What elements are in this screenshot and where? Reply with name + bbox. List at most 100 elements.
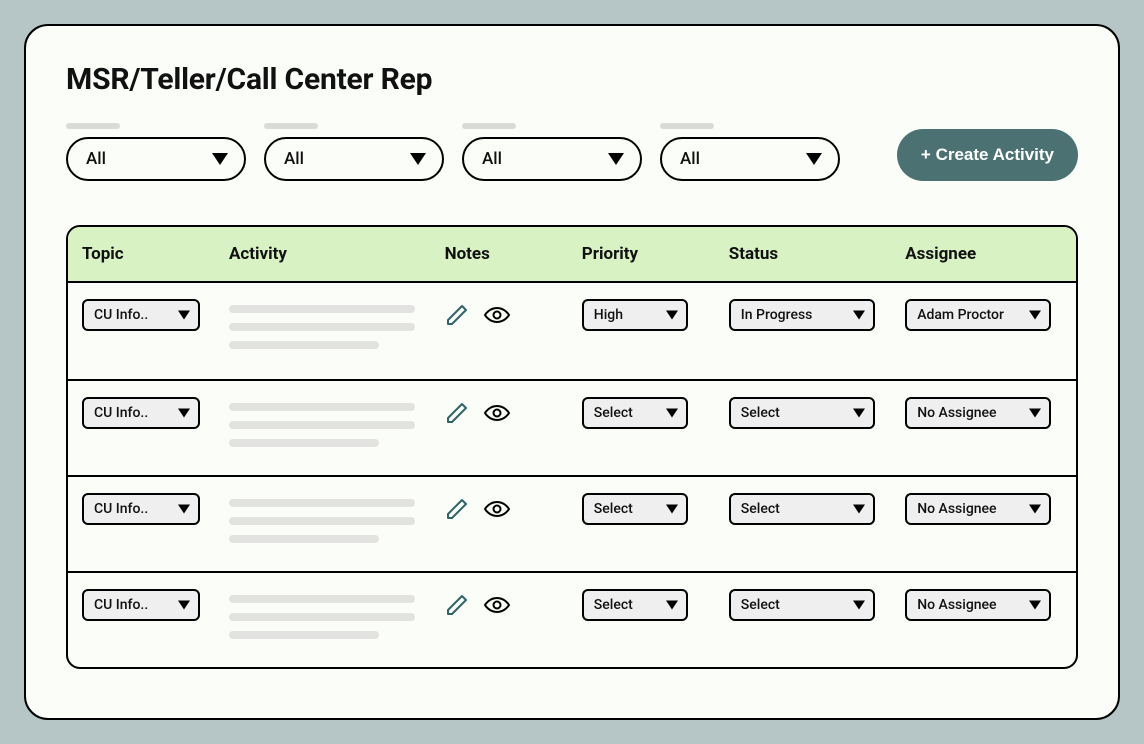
create-activity-label: + Create Activity	[921, 145, 1054, 165]
view-icon[interactable]	[483, 403, 511, 423]
topic-select-value: CU Info..	[94, 405, 148, 421]
priority-select-value: Select	[594, 597, 633, 613]
placeholder-line	[229, 421, 415, 429]
cell-priority: High	[582, 299, 729, 331]
chevron-down-icon	[178, 409, 190, 418]
cell-status: In Progress	[729, 299, 905, 331]
filter-group-0: All	[66, 123, 246, 181]
priority-select-value: Select	[594, 501, 633, 517]
cell-priority: Select	[582, 493, 729, 525]
cell-assignee: No Assignee	[905, 589, 1062, 621]
filter-label-placeholder	[660, 123, 714, 129]
activity-placeholder	[229, 595, 415, 639]
cell-topic: CU Info..	[82, 589, 229, 621]
chevron-down-icon	[666, 311, 678, 320]
placeholder-line	[229, 595, 415, 603]
filter-label-placeholder	[462, 123, 516, 129]
placeholder-line	[229, 323, 415, 331]
assignee-select[interactable]: No Assignee	[905, 493, 1051, 525]
table-header-row: Topic Activity Notes Priority Status Ass…	[68, 227, 1076, 283]
topic-select-value: CU Info..	[94, 597, 148, 613]
status-select-value: In Progress	[741, 307, 813, 323]
priority-select[interactable]: High	[582, 299, 688, 331]
filter-select-0[interactable]: All	[66, 137, 246, 181]
filter-label-placeholder	[66, 123, 120, 129]
filter-select-value: All	[482, 149, 502, 169]
chevron-down-icon	[806, 153, 822, 165]
placeholder-line	[229, 517, 415, 525]
topic-select[interactable]: CU Info..	[82, 493, 200, 525]
chevron-down-icon	[853, 409, 865, 418]
status-select[interactable]: Select	[729, 589, 875, 621]
activity-placeholder	[229, 499, 415, 543]
cell-assignee: No Assignee	[905, 397, 1062, 429]
chevron-down-icon	[853, 311, 865, 320]
filter-select-1[interactable]: All	[264, 137, 444, 181]
priority-select[interactable]: Select	[582, 493, 688, 525]
topic-select[interactable]: CU Info..	[82, 397, 200, 429]
create-activity-button[interactable]: + Create Activity	[897, 129, 1078, 181]
assignee-select[interactable]: No Assignee	[905, 589, 1051, 621]
edit-icon[interactable]	[445, 497, 469, 521]
view-icon[interactable]	[483, 305, 511, 325]
assignee-select[interactable]: No Assignee	[905, 397, 1051, 429]
priority-select[interactable]: Select	[582, 589, 688, 621]
page-title: MSR/Teller/Call Center Rep	[66, 62, 1078, 97]
cell-assignee: No Assignee	[905, 493, 1062, 525]
placeholder-line	[229, 305, 415, 313]
topic-select[interactable]: CU Info..	[82, 299, 200, 331]
topic-select[interactable]: CU Info..	[82, 589, 200, 621]
assignee-select-value: No Assignee	[917, 405, 996, 421]
placeholder-line	[229, 631, 379, 639]
status-select[interactable]: Select	[729, 493, 875, 525]
filter-label-placeholder	[264, 123, 318, 129]
filter-select-value: All	[680, 149, 700, 169]
status-select-value: Select	[741, 501, 780, 517]
cell-assignee: Adam Proctor	[905, 299, 1062, 331]
activity-placeholder	[229, 305, 415, 349]
chevron-down-icon	[608, 153, 624, 165]
col-header-status: Status	[729, 244, 905, 264]
cell-topic: CU Info..	[82, 299, 229, 331]
cell-activity	[229, 493, 445, 543]
activities-table: Topic Activity Notes Priority Status Ass…	[66, 225, 1078, 669]
cell-topic: CU Info..	[82, 397, 229, 429]
cell-status: Select	[729, 589, 905, 621]
chevron-down-icon	[178, 505, 190, 514]
edit-icon[interactable]	[445, 303, 469, 327]
assignee-select-value: No Assignee	[917, 597, 996, 613]
status-select[interactable]: In Progress	[729, 299, 875, 331]
col-header-activity: Activity	[229, 244, 445, 264]
filter-group-2: All	[462, 123, 642, 181]
chevron-down-icon	[1029, 409, 1041, 418]
view-icon[interactable]	[483, 499, 511, 519]
filter-group-1: All	[264, 123, 444, 181]
cell-activity	[229, 589, 445, 639]
priority-select[interactable]: Select	[582, 397, 688, 429]
cell-notes	[445, 589, 582, 617]
assignee-select[interactable]: Adam Proctor	[905, 299, 1051, 331]
topic-select-value: CU Info..	[94, 307, 148, 323]
filter-select-value: All	[284, 149, 304, 169]
placeholder-line	[229, 535, 379, 543]
cell-topic: CU Info..	[82, 493, 229, 525]
edit-icon[interactable]	[445, 401, 469, 425]
status-select-value: Select	[741, 405, 780, 421]
filter-group-3: All	[660, 123, 840, 181]
view-icon[interactable]	[483, 595, 511, 615]
assignee-select-value: Adam Proctor	[917, 307, 1004, 323]
chevron-down-icon	[666, 601, 678, 610]
placeholder-line	[229, 439, 379, 447]
cell-activity	[229, 299, 445, 349]
assignee-select-value: No Assignee	[917, 501, 996, 517]
cell-notes	[445, 299, 582, 327]
chevron-down-icon	[853, 505, 865, 514]
cell-notes	[445, 493, 582, 521]
filter-select-2[interactable]: All	[462, 137, 642, 181]
table-body: CU Info.. High In Progress Adam Proctor CU I…	[68, 283, 1076, 667]
placeholder-line	[229, 499, 415, 507]
filter-select-3[interactable]: All	[660, 137, 840, 181]
edit-icon[interactable]	[445, 593, 469, 617]
status-select[interactable]: Select	[729, 397, 875, 429]
chevron-down-icon	[666, 505, 678, 514]
